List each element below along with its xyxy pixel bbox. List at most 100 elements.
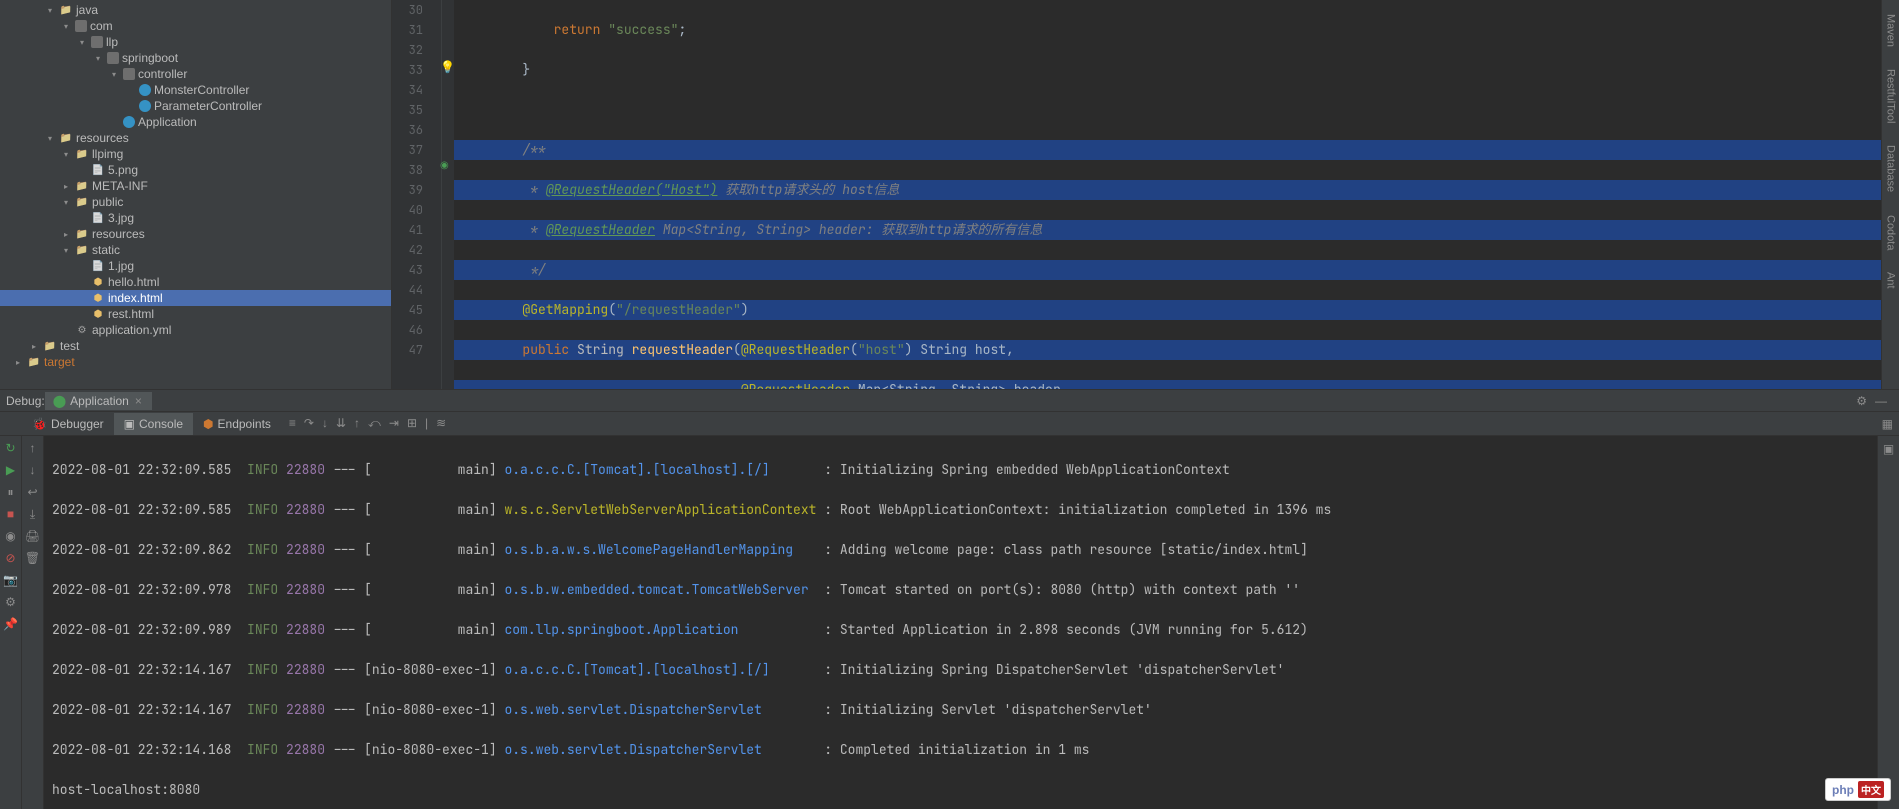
close-icon[interactable]: ×	[133, 394, 144, 408]
trace-current-stream-icon[interactable]: ≋	[436, 416, 446, 431]
step-out-icon[interactable]: ↑	[354, 416, 360, 431]
log-timestamp: 2022-08-01 22:32:09.989	[52, 621, 231, 638]
step-into-icon[interactable]: ↓	[322, 416, 328, 431]
soft-wrap-icon[interactable]: ↩	[25, 484, 41, 500]
kw-public: public	[522, 341, 569, 358]
debugger-tab[interactable]: 🐞Debugger	[22, 413, 114, 435]
log-pid: 22880	[286, 701, 325, 718]
chevron-down-icon: ▾	[60, 148, 72, 160]
up-icon[interactable]: ↑	[25, 440, 41, 456]
tree-item-resources[interactable]: ▾resources	[0, 130, 391, 146]
tree-item-hellohtml[interactable]: ⬢hello.html	[0, 274, 391, 290]
tree-item-3jpg[interactable]: 3.jpg	[0, 210, 391, 226]
doc-annotation: @RequestHeader("Host")	[546, 181, 718, 198]
tree-item-com[interactable]: ▾com	[0, 18, 391, 34]
tree-item-parameter-controller[interactable]: ParameterController	[0, 98, 391, 114]
pause-icon[interactable]: ⏸	[3, 484, 19, 500]
tree-item-1jpg[interactable]: 1.jpg	[0, 258, 391, 274]
scroll-to-end-icon[interactable]: ⤓	[25, 506, 41, 522]
force-step-into-icon[interactable]: ⇊	[336, 416, 346, 431]
console-tab[interactable]: ▣Console	[114, 413, 193, 435]
separator-icon: |	[425, 416, 428, 431]
debug-session-tab[interactable]: ⬤ Application ×	[45, 392, 152, 410]
minimize-icon[interactable]: —	[1875, 394, 1887, 408]
chevron-right-icon: ▸	[12, 356, 24, 368]
endpoints-icon: ⬢	[203, 417, 213, 431]
code-area[interactable]: return "success"; } /** * @RequestHeader…	[454, 0, 1881, 389]
database-tool-window[interactable]: Database	[1885, 139, 1897, 198]
tree-item-metainf[interactable]: ▸META-INF	[0, 178, 391, 194]
lightbulb-icon[interactable]: 💡	[440, 60, 455, 74]
tree-item-test[interactable]: ▸test	[0, 338, 391, 354]
tree-label: llp	[106, 35, 118, 49]
pin-icon[interactable]: 📌	[3, 616, 19, 632]
line-number: 42	[392, 240, 441, 260]
log-pid: 22880	[286, 621, 325, 638]
endpoints-tab[interactable]: ⬢Endpoints	[193, 413, 281, 435]
tree-item-application[interactable]: Application	[0, 114, 391, 130]
step-over-icon[interactable]: ↷	[304, 416, 314, 431]
evaluate-expression-icon[interactable]: ⊞	[407, 416, 417, 431]
drop-frame-icon[interactable]: ⤺	[368, 416, 381, 431]
tree-item-static[interactable]: ▾static	[0, 242, 391, 258]
tree-item-indexhtml[interactable]: ⬢index.html	[0, 290, 391, 306]
tree-label: springboot	[122, 51, 178, 65]
restfultool-tool-window[interactable]: RestfulTool	[1885, 63, 1897, 129]
threads-icon[interactable]: ≡	[289, 416, 296, 431]
gear-icon[interactable]: ⚙	[1856, 394, 1867, 408]
comment: Map<String, String> header: 获取到http请求的所有…	[655, 221, 1042, 238]
log-thread: --- [ main]	[325, 581, 504, 598]
tree-item-java[interactable]: ▾java	[0, 2, 391, 18]
tree-item-resources2[interactable]: ▸resources	[0, 226, 391, 242]
line-number: 44	[392, 280, 441, 300]
tree-item-appyml[interactable]: ⚙application.yml	[0, 322, 391, 338]
html-file-icon: ⬢	[91, 307, 105, 321]
tree-item-public[interactable]: ▾public	[0, 194, 391, 210]
run-gutter-icon[interactable]: ◉	[440, 160, 449, 171]
log-logger: o.a.c.c.C.[Tomcat].[localhost].[/]	[504, 661, 769, 678]
tree-item-5png[interactable]: 5.png	[0, 162, 391, 178]
resume-icon[interactable]: ▶	[3, 462, 19, 478]
tree-item-llp[interactable]: ▾llp	[0, 34, 391, 50]
run-to-cursor-icon[interactable]: ⇥	[389, 416, 399, 431]
tree-item-controller[interactable]: ▾controller	[0, 66, 391, 82]
folder-icon	[27, 355, 41, 369]
chevron-right-icon: ▸	[28, 340, 40, 352]
get-thread-dump-icon[interactable]: 📷	[3, 572, 19, 588]
debug-right-tool[interactable]: ▣	[1877, 436, 1899, 809]
view-breakpoints-icon[interactable]: ◉	[3, 528, 19, 544]
debug-toolbar: ↻ ▶ ⏸ ■ ◉ ⊘ 📷 ⚙ 📌	[0, 436, 22, 809]
codota-tool-window[interactable]: Codota	[1885, 209, 1897, 256]
down-icon[interactable]: ↓	[25, 462, 41, 478]
console-output[interactable]: 2022-08-01 22:32:09.585 INFO 22880 --- […	[44, 436, 1877, 809]
log-logger: o.s.b.a.w.s.WelcomePageHandlerMapping	[504, 541, 793, 558]
folder-icon	[75, 227, 89, 241]
layout-icon[interactable]: ▦	[1882, 417, 1893, 431]
stop-icon[interactable]: ■	[3, 506, 19, 522]
chevron-down-icon: ▾	[92, 52, 104, 64]
rerun-icon[interactable]: ↻	[3, 440, 19, 456]
folder-icon	[75, 147, 89, 161]
line-number: 41	[392, 220, 441, 240]
settings-icon[interactable]: ⚙	[3, 594, 19, 610]
code-text: ) String host,	[905, 341, 1014, 358]
code-editor[interactable]: 30 31 32 33 34 35 36 37 38 39 40 41 42 4…	[392, 0, 1881, 389]
tree-label: 3.jpg	[108, 211, 134, 225]
clear-icon[interactable]: 🗑	[25, 550, 41, 566]
maven-tool-window[interactable]: Maven	[1885, 8, 1897, 53]
class-icon	[123, 116, 135, 128]
tree-item-resthtml[interactable]: ⬢rest.html	[0, 306, 391, 322]
tree-item-springboot[interactable]: ▾ springboot	[0, 50, 391, 66]
code-text: Map<String, String> header,	[850, 381, 1068, 389]
tree-item-target[interactable]: ▸target	[0, 354, 391, 370]
tree-item-llpimg[interactable]: ▾llpimg	[0, 146, 391, 162]
code-text: }	[460, 61, 530, 78]
log-msg: : Initializing Spring embedded WebApplic…	[770, 461, 1230, 478]
html-file-icon: ⬢	[91, 275, 105, 289]
tree-item-monster-controller[interactable]: MonsterController	[0, 82, 391, 98]
mute-breakpoints-icon[interactable]: ⊘	[3, 550, 19, 566]
ant-tool-window[interactable]: Ant	[1885, 266, 1897, 295]
line-number: 36	[392, 120, 441, 140]
print-icon[interactable]: 🖨	[25, 528, 41, 544]
project-tree[interactable]: ▾java ▾com ▾llp ▾springboot ▾controller …	[0, 0, 392, 389]
